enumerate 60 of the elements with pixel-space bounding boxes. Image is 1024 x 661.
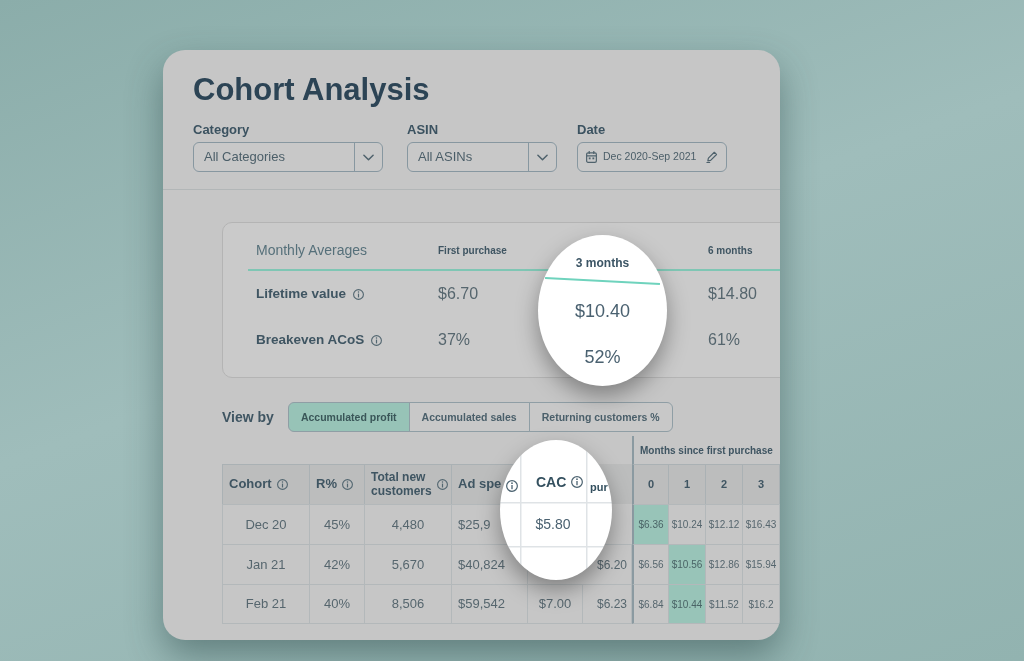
metric-value: 52% <box>584 346 621 368</box>
toggle-button[interactable]: Accumulated sales <box>408 402 530 432</box>
table-cell: 40% <box>310 584 365 624</box>
column-header: R% <box>316 477 337 492</box>
column-header: 3 <box>757 478 765 491</box>
row-label: Breakeven ACoS <box>256 330 365 349</box>
column-header: Ad spe <box>458 477 502 492</box>
table-cell: $16.43 <box>743 504 780 544</box>
page-title: Cohort Analysis <box>193 72 430 108</box>
table-cell: 4,480 <box>365 504 452 544</box>
table-cell: Feb 21 <box>222 584 310 624</box>
table-cell: $12.12 <box>706 504 743 544</box>
table-cell: 42% <box>310 544 365 584</box>
field-label: Date <box>577 122 606 138</box>
dropdown-field[interactable]: All Categories <box>193 142 383 172</box>
table-cell: $11.52 <box>706 584 743 624</box>
column-header: 0 <box>647 478 655 491</box>
column-header: Total new customers <box>371 471 432 498</box>
table-cell: $10.44 <box>669 584 706 624</box>
table-cell: $10.56 <box>669 544 706 584</box>
pencil-icon <box>706 151 718 163</box>
table-cell: $59,542 <box>452 584 528 624</box>
column-header: 2 <box>720 478 728 491</box>
table-cell: $7.00 <box>528 584 583 624</box>
table-cell: 8,506 <box>365 584 452 624</box>
column-header: First purchase <box>438 245 507 256</box>
metric-value: $14.80 <box>708 285 757 302</box>
chevron-down-icon <box>537 153 548 161</box>
column-header: CAC <box>536 474 567 490</box>
panel-title: Monthly Averages <box>256 241 368 260</box>
field-label: Category <box>193 122 250 138</box>
field-label: ASIN <box>407 122 439 138</box>
table-cell: 5,670 <box>365 544 452 584</box>
group-header: Months since first purchase <box>640 443 773 458</box>
view-by-label: View by <box>222 407 274 427</box>
table-cell: $16.2 <box>743 584 780 624</box>
toggle-button[interactable]: Accumulated profit <box>287 402 410 432</box>
column-header: 1 <box>683 478 691 491</box>
table-cell-text: $5.80 <box>534 514 572 534</box>
column-header: pur <box>590 481 608 494</box>
metric-value: 61% <box>708 331 741 348</box>
toggle-button[interactable]: Returning customers % <box>528 402 673 432</box>
dropdown-field[interactable]: All ASINs <box>407 142 557 172</box>
table-cell: 45% <box>310 504 365 544</box>
chevron-down-icon <box>363 153 374 161</box>
column-header: Cohort <box>229 477 272 492</box>
table-cell: $6.36 <box>632 504 669 544</box>
metric-value: $6.70 <box>438 285 479 302</box>
metric-value: 37% <box>438 331 471 348</box>
table-cell: $15.94 <box>743 544 780 584</box>
table-cell: $12.86 <box>706 544 743 584</box>
column-header: 6 months <box>708 245 753 256</box>
metric-value: $10.40 <box>574 300 631 322</box>
date-range-field[interactable]: Dec 2020-Sep 2021 <box>577 142 727 172</box>
column-header: 3 months <box>575 255 630 271</box>
row-label: Lifetime value <box>256 284 347 303</box>
table-cell: $6.23 <box>583 584 632 624</box>
table-cell: Dec 20 <box>222 504 310 544</box>
calendar-icon <box>586 151 597 163</box>
table-cell: Jan 21 <box>222 544 310 584</box>
